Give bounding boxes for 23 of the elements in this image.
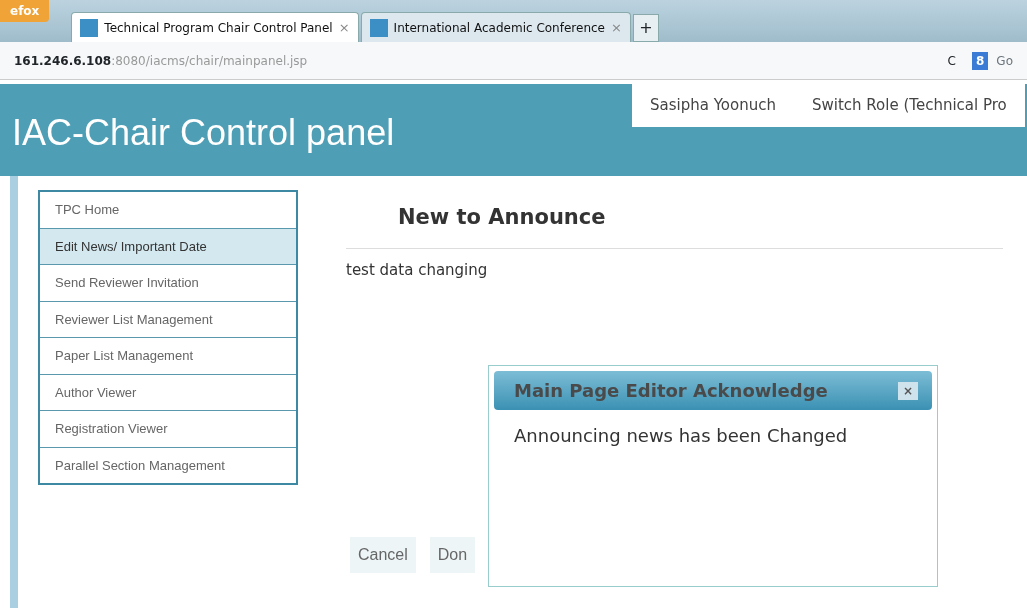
tab-close-button[interactable]: × (338, 17, 350, 38)
tab-title: Technical Program Chair Control Panel (104, 19, 333, 37)
dialog-message: Announcing news has been Changed (513, 424, 849, 448)
close-button[interactable]: × (898, 381, 918, 400)
section-heading: New to Announce (346, 190, 1003, 249)
sidebar-item[interactable]: Edit News/ Important Date (40, 228, 296, 265)
favicon-icon (80, 18, 99, 37)
search-engine-icon[interactable]: 8 (972, 51, 989, 70)
action-button[interactable]: Cancel (350, 537, 416, 573)
search-field[interactable]: Go (996, 51, 1013, 70)
page-title: IAC-Chair Control panel (11, 111, 395, 155)
browser-tab[interactable]: Technical Program Chair Control Panel × (71, 12, 359, 42)
new-tab-button[interactable]: + (632, 14, 659, 42)
favicon-icon (369, 18, 388, 37)
browser-tab[interactable]: International Academic Conference × (360, 12, 631, 42)
dialog-title: Main Page Editor Acknowledge (514, 379, 828, 403)
header-link[interactable]: Sasipha Yoonuch (632, 84, 794, 127)
tab-title: International Academic Conference (393, 19, 605, 37)
announcement-text: test data changing (346, 259, 489, 281)
reload-button[interactable]: C (947, 51, 956, 70)
action-button[interactable]: Don (429, 537, 476, 573)
header-link[interactable]: Switch Role (Technical Pro (794, 84, 1025, 127)
address-text[interactable]: 161.246.6.108:8080/iacms/chair/mainpanel.jsp (14, 51, 948, 70)
